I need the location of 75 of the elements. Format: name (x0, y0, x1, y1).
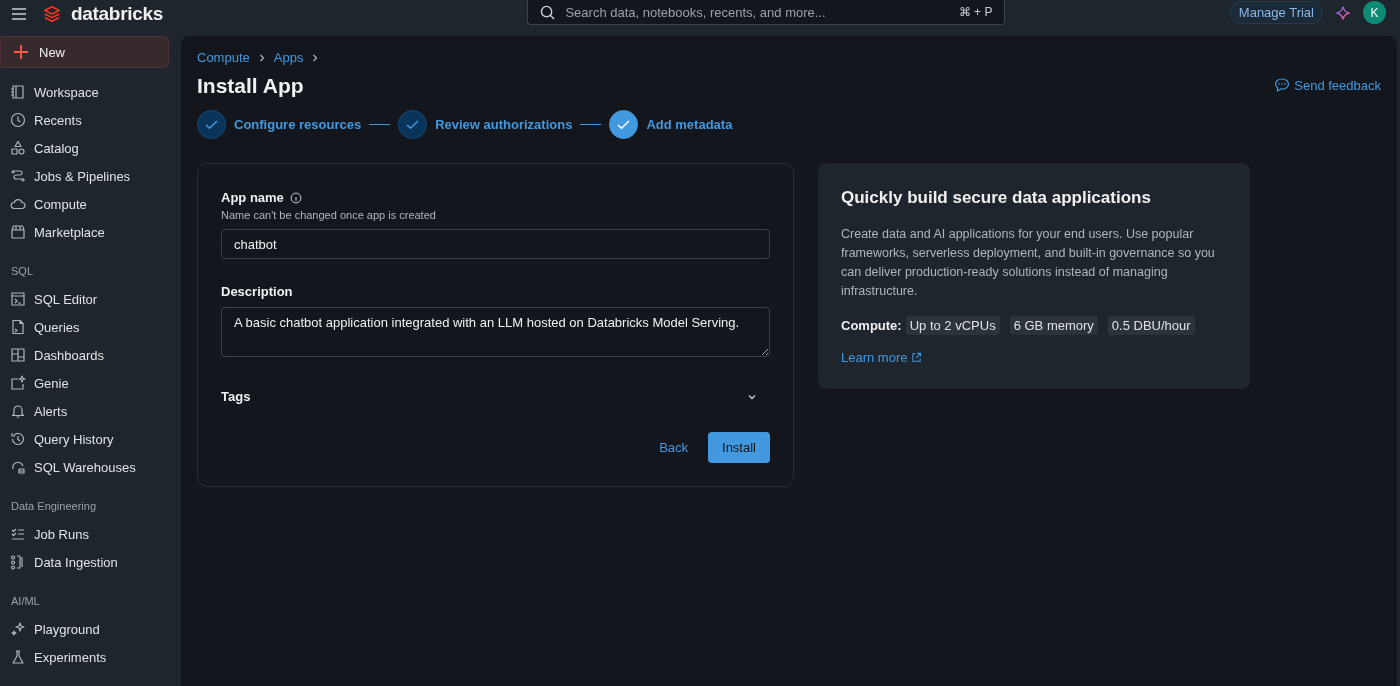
wizard-step[interactable]: Review authorizations (398, 110, 573, 139)
book-icon (10, 84, 26, 100)
sidebar-item[interactable]: Dashboards (0, 341, 181, 369)
dashboard-icon (10, 347, 26, 363)
description-input[interactable]: A basic chatbot application integrated with an LLM hosted on Databricks Model Serving. (221, 307, 770, 357)
sidebar-item[interactable]: Marketplace (0, 218, 181, 246)
menu-icon[interactable] (11, 7, 27, 21)
sparkle-icon (10, 621, 26, 637)
speech-bubble-icon (1274, 77, 1291, 93)
back-button[interactable]: Back (655, 440, 693, 455)
sidebar-item[interactable]: Jobs & Pipelines (0, 162, 181, 190)
shapes-icon (10, 140, 26, 156)
search-icon (540, 4, 556, 20)
user-avatar[interactable]: K (1363, 1, 1386, 24)
clock-icon (10, 112, 26, 128)
field-label: App name (221, 190, 284, 205)
history-icon (10, 431, 26, 447)
install-button[interactable]: Install (708, 432, 770, 463)
sparkle-frame-icon (10, 375, 26, 391)
flask-icon (10, 649, 26, 665)
sidebar-item[interactable]: Compute (0, 190, 181, 218)
cloud-icon (10, 196, 26, 212)
document-icon (10, 319, 26, 335)
chevron-right-icon (311, 53, 320, 62)
spec-tag: 0.5 DBU/hour (1107, 316, 1195, 335)
shortcut-hint: ⌘ + P (958, 5, 993, 19)
sidebar-section-heading: AI/ML (10, 594, 41, 609)
wizard-step[interactable]: Configure resources (197, 110, 362, 139)
spec-tag: 6 GB memory (1009, 316, 1098, 335)
spec-tag: Up to 2 vCPUs (905, 316, 1000, 335)
sidebar-item[interactable]: Catalog (0, 134, 181, 162)
app-name-input[interactable]: chatbot (221, 229, 770, 259)
sidebar-item[interactable]: Job Runs (0, 520, 181, 548)
terminal-icon (10, 291, 26, 307)
store-icon (10, 224, 26, 240)
compute-label: Compute: (841, 318, 902, 333)
breadcrumb-link[interactable]: Apps (273, 50, 304, 65)
breadcrumb-link[interactable]: Compute (197, 50, 250, 65)
sidebar-item[interactable]: Query History (0, 425, 181, 453)
field-hint: Name can't be changed once app is created (221, 209, 437, 221)
external-link-icon (911, 352, 923, 363)
ingestion-icon (10, 554, 26, 570)
send-feedback-link[interactable]: Send feedback (1274, 77, 1381, 93)
learn-more-link[interactable]: Learn more (841, 350, 923, 365)
workflow-icon (10, 168, 26, 184)
search-bar[interactable]: Search data, notebooks, recents, and more... ⌘ + P (527, 0, 1006, 25)
new-button[interactable]: New (0, 36, 169, 68)
info-icon[interactable] (289, 191, 302, 204)
sidebar-section-heading: SQL (10, 264, 34, 279)
brand-name: databricks (71, 3, 164, 25)
manage-trial-button[interactable]: Manage Trial (1229, 1, 1323, 24)
sparkle-icon[interactable] (1335, 4, 1351, 21)
sidebar-item[interactable]: Recents (0, 106, 181, 134)
field-label: Description (221, 284, 294, 299)
info-description: Create data and AI applications for your end users. Use popular frameworks, serverless deployment, and built-in governance so you can deliver production-ready solutions instead of managing infrastructure. (841, 226, 1216, 300)
stacked-layers-logo-icon (43, 5, 61, 23)
search-field[interactable]: Search data, notebooks, recents, and more... (563, 3, 951, 21)
info-title: Quickly build secure data applications (841, 188, 1152, 208)
wizard-step[interactable]: Add metadata (609, 110, 733, 139)
plus-icon (13, 44, 29, 60)
bell-icon (10, 403, 26, 419)
sidebar-item[interactable]: SQL Warehouses (0, 453, 181, 481)
sidebar-item[interactable]: Genie (0, 369, 181, 397)
sidebar-item[interactable]: SQL Editor (0, 285, 181, 313)
checklist-icon (10, 526, 26, 542)
sidebar-item[interactable]: Experiments (0, 643, 181, 671)
sidebar-item[interactable]: Data Ingestion (0, 548, 181, 576)
page-title: Install App (197, 74, 305, 98)
sidebar-item[interactable]: Playground (0, 615, 181, 643)
sidebar-item[interactable]: Queries (0, 313, 181, 341)
sidebar-item[interactable]: Alerts (0, 397, 181, 425)
chevron-right-icon (257, 53, 266, 62)
sidebar-section-heading: Data Engineering (10, 499, 97, 514)
sidebar-item[interactable]: Workspace (0, 78, 181, 106)
tags-section-toggle[interactable]: Tags (221, 389, 770, 404)
